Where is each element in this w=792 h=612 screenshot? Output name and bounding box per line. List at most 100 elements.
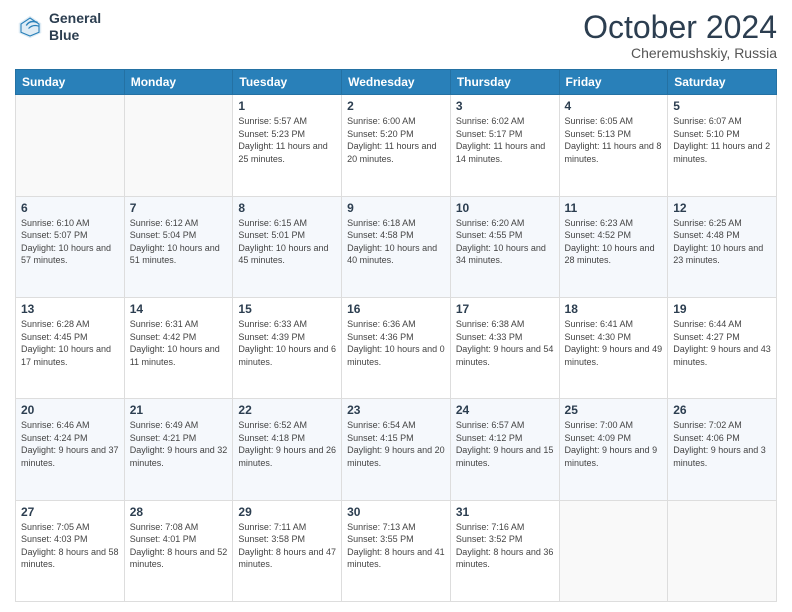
day-detail: Sunrise: 6:10 AMSunset: 5:07 PMDaylight:…	[21, 217, 119, 267]
day-number: 9	[347, 201, 445, 215]
day-detail: Sunrise: 6:18 AMSunset: 4:58 PMDaylight:…	[347, 217, 445, 267]
title-block: October 2024 Cheremushskiy, Russia	[583, 10, 777, 61]
day-number: 4	[565, 99, 663, 113]
day-detail: Sunrise: 6:25 AMSunset: 4:48 PMDaylight:…	[673, 217, 771, 267]
col-sunday: Sunday	[16, 70, 125, 95]
table-row: 12 Sunrise: 6:25 AMSunset: 4:48 PMDayligh…	[668, 196, 777, 297]
day-detail: Sunrise: 6:38 AMSunset: 4:33 PMDaylight:…	[456, 318, 554, 368]
table-row: 16 Sunrise: 6:36 AMSunset: 4:36 PMDayligh…	[342, 297, 451, 398]
day-number: 18	[565, 302, 663, 316]
day-number: 31	[456, 505, 554, 519]
day-detail: Sunrise: 6:49 AMSunset: 4:21 PMDaylight:…	[130, 419, 228, 469]
table-row: 1 Sunrise: 5:57 AMSunset: 5:23 PMDaylight…	[233, 95, 342, 196]
day-number: 10	[456, 201, 554, 215]
day-detail: Sunrise: 6:12 AMSunset: 5:04 PMDaylight:…	[130, 217, 228, 267]
table-row: 22Sunrise: 6:52 AMSunset: 4:18 PMDayligh…	[233, 399, 342, 500]
table-row	[559, 500, 668, 601]
day-detail: Sunrise: 7:13 AMSunset: 3:55 PMDaylight:…	[347, 521, 445, 571]
day-number: 5	[673, 99, 771, 113]
day-number: 6	[21, 201, 119, 215]
day-number: 3	[456, 99, 554, 113]
table-row: 25 Sunrise: 7:00 AMSunset: 4:09 PMDayligh…	[559, 399, 668, 500]
day-detail: Sunrise: 7:08 AMSunset: 4:01 PMDaylight:…	[130, 521, 228, 571]
month-title: October 2024	[583, 10, 777, 45]
table-row: 3 Sunrise: 6:02 AMSunset: 5:17 PMDaylight…	[450, 95, 559, 196]
table-row: 29Sunrise: 7:11 AMSunset: 3:58 PMDayligh…	[233, 500, 342, 601]
col-friday: Friday	[559, 70, 668, 95]
table-row: 17Sunrise: 6:38 AMSunset: 4:33 PMDayligh…	[450, 297, 559, 398]
day-number: 30	[347, 505, 445, 519]
day-number: 8	[238, 201, 336, 215]
day-detail: Sunrise: 7:00 AMSunset: 4:09 PMDaylight:…	[565, 419, 663, 469]
day-number: 19	[673, 302, 771, 316]
calendar-week-4: 20Sunrise: 6:46 AMSunset: 4:24 PMDayligh…	[16, 399, 777, 500]
day-number: 26	[673, 403, 771, 417]
calendar-table: Sunday Monday Tuesday Wednesday Thursday…	[15, 69, 777, 602]
table-row: 4 Sunrise: 6:05 AMSunset: 5:13 PMDaylight…	[559, 95, 668, 196]
day-detail: Sunrise: 6:05 AMSunset: 5:13 PMDaylight:…	[565, 115, 663, 165]
day-number: 11	[565, 201, 663, 215]
page: General Blue October 2024 Cheremushskiy,…	[0, 0, 792, 612]
day-number: 28	[130, 505, 228, 519]
table-row: 30 Sunrise: 7:13 AMSunset: 3:55 PMDayligh…	[342, 500, 451, 601]
table-row	[16, 95, 125, 196]
table-row: 28 Sunrise: 7:08 AMSunset: 4:01 PMDayligh…	[124, 500, 233, 601]
day-number: 23	[347, 403, 445, 417]
day-detail: Sunrise: 7:16 AMSunset: 3:52 PMDaylight:…	[456, 521, 554, 571]
day-detail: Sunrise: 6:07 AMSunset: 5:10 PMDaylight:…	[673, 115, 771, 165]
day-detail: Sunrise: 6:31 AMSunset: 4:42 PMDaylight:…	[130, 318, 228, 368]
day-number: 12	[673, 201, 771, 215]
table-row: 10 Sunrise: 6:20 AMSunset: 4:55 PMDayligh…	[450, 196, 559, 297]
day-detail: Sunrise: 6:52 AMSunset: 4:18 PMDaylight:…	[238, 419, 336, 469]
day-number: 25	[565, 403, 663, 417]
table-row: 18 Sunrise: 6:41 AMSunset: 4:30 PMDayligh…	[559, 297, 668, 398]
day-detail: Sunrise: 6:33 AMSunset: 4:39 PMDaylight:…	[238, 318, 336, 368]
day-number: 16	[347, 302, 445, 316]
day-number: 27	[21, 505, 119, 519]
day-detail: Sunrise: 6:44 AMSunset: 4:27 PMDaylight:…	[673, 318, 771, 368]
col-saturday: Saturday	[668, 70, 777, 95]
day-detail: Sunrise: 7:02 AMSunset: 4:06 PMDaylight:…	[673, 419, 771, 469]
day-number: 24	[456, 403, 554, 417]
table-row: 8 Sunrise: 6:15 AMSunset: 5:01 PMDaylight…	[233, 196, 342, 297]
calendar-header-row: Sunday Monday Tuesday Wednesday Thursday…	[16, 70, 777, 95]
day-detail: Sunrise: 6:46 AMSunset: 4:24 PMDaylight:…	[21, 419, 119, 469]
logo-text: General Blue	[49, 10, 101, 44]
table-row: 6 Sunrise: 6:10 AMSunset: 5:07 PMDaylight…	[16, 196, 125, 297]
day-detail: Sunrise: 6:41 AMSunset: 4:30 PMDaylight:…	[565, 318, 663, 368]
day-detail: Sunrise: 5:57 AMSunset: 5:23 PMDaylight:…	[238, 115, 336, 165]
table-row: 21Sunrise: 6:49 AMSunset: 4:21 PMDayligh…	[124, 399, 233, 500]
table-row: 2 Sunrise: 6:00 AMSunset: 5:20 PMDaylight…	[342, 95, 451, 196]
calendar-week-3: 13Sunrise: 6:28 AMSunset: 4:45 PMDayligh…	[16, 297, 777, 398]
table-row: 15 Sunrise: 6:33 AMSunset: 4:39 PMDayligh…	[233, 297, 342, 398]
col-wednesday: Wednesday	[342, 70, 451, 95]
day-detail: Sunrise: 6:02 AMSunset: 5:17 PMDaylight:…	[456, 115, 554, 165]
day-number: 15	[238, 302, 336, 316]
table-row: 24Sunrise: 6:57 AMSunset: 4:12 PMDayligh…	[450, 399, 559, 500]
day-detail: Sunrise: 6:23 AMSunset: 4:52 PMDaylight:…	[565, 217, 663, 267]
table-row: 5 Sunrise: 6:07 AMSunset: 5:10 PMDaylight…	[668, 95, 777, 196]
day-detail: Sunrise: 6:00 AMSunset: 5:20 PMDaylight:…	[347, 115, 445, 165]
col-tuesday: Tuesday	[233, 70, 342, 95]
day-detail: Sunrise: 7:05 AMSunset: 4:03 PMDaylight:…	[21, 521, 119, 571]
day-detail: Sunrise: 7:11 AMSunset: 3:58 PMDaylight:…	[238, 521, 336, 571]
table-row	[124, 95, 233, 196]
table-row: 13Sunrise: 6:28 AMSunset: 4:45 PMDayligh…	[16, 297, 125, 398]
table-row: 11 Sunrise: 6:23 AMSunset: 4:52 PMDayligh…	[559, 196, 668, 297]
logo: General Blue	[15, 10, 101, 44]
table-row: 27 Sunrise: 7:05 AMSunset: 4:03 PMDayligh…	[16, 500, 125, 601]
day-detail: Sunrise: 6:20 AMSunset: 4:55 PMDaylight:…	[456, 217, 554, 267]
day-detail: Sunrise: 6:36 AMSunset: 4:36 PMDaylight:…	[347, 318, 445, 368]
day-number: 2	[347, 99, 445, 113]
table-row: 23Sunrise: 6:54 AMSunset: 4:15 PMDayligh…	[342, 399, 451, 500]
day-detail: Sunrise: 6:15 AMSunset: 5:01 PMDaylight:…	[238, 217, 336, 267]
day-number: 14	[130, 302, 228, 316]
col-thursday: Thursday	[450, 70, 559, 95]
day-number: 13	[21, 302, 119, 316]
day-number: 1	[238, 99, 336, 113]
calendar-week-2: 6 Sunrise: 6:10 AMSunset: 5:07 PMDaylight…	[16, 196, 777, 297]
header: General Blue October 2024 Cheremushskiy,…	[15, 10, 777, 61]
table-row: 31 Sunrise: 7:16 AMSunset: 3:52 PMDayligh…	[450, 500, 559, 601]
table-row: 7Sunrise: 6:12 AMSunset: 5:04 PMDaylight…	[124, 196, 233, 297]
table-row	[668, 500, 777, 601]
